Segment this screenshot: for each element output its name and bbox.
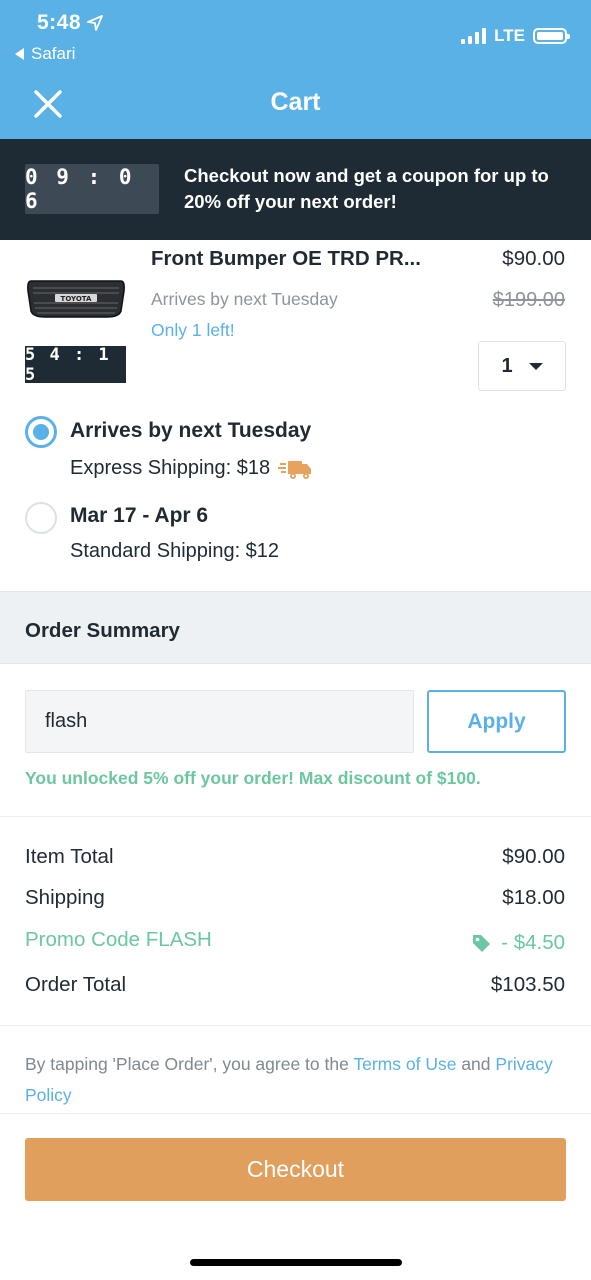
back-to-app[interactable]: Safari xyxy=(15,44,75,64)
battery-icon xyxy=(533,28,570,44)
location-arrow-icon xyxy=(87,15,103,31)
terms-of-use-link[interactable]: Terms of Use xyxy=(353,1054,456,1074)
back-triangle-icon xyxy=(15,48,24,60)
shipping-express-price: Express Shipping: $18 xyxy=(70,457,271,479)
shipping-express-title[interactable]: Arrives by next Tuesday xyxy=(70,419,311,443)
promo-code-discount: - $4.50 xyxy=(471,931,565,955)
signal-bars-icon xyxy=(461,28,487,44)
product-image: TOYOTA xyxy=(27,280,125,318)
product-stock: Only 1 left! xyxy=(151,320,235,340)
divider xyxy=(0,1113,591,1114)
checkout-button[interactable]: Checkout xyxy=(25,1138,566,1201)
quantity-dropdown[interactable]: 1 xyxy=(478,341,566,391)
promo-code-label: Promo Code FLASH xyxy=(25,928,212,951)
tag-icon xyxy=(473,935,491,952)
network-type: LTE xyxy=(494,26,525,45)
shipping-standard-radio[interactable] xyxy=(25,502,57,534)
status-time: 5:48 xyxy=(37,11,103,35)
checkout-promo-banner: 0 9 : 0 6 Checkout now and get a coupon … xyxy=(0,139,591,240)
order-total-label: Order Total xyxy=(25,973,127,996)
product-arrival: Arrives by next Tuesday xyxy=(151,289,338,309)
product-image-brand: TOYOTA xyxy=(61,295,92,303)
legal-notice: By tapping 'Place Order', you agree to t… xyxy=(25,1049,570,1111)
order-total-value: $103.50 xyxy=(490,973,565,996)
banner-countdown: 0 9 : 0 6 xyxy=(25,164,159,214)
legal-middle: and xyxy=(456,1054,496,1074)
shipping-standard-price: Standard Shipping: $12 xyxy=(70,540,280,562)
apply-button[interactable]: Apply xyxy=(427,690,566,753)
chevron-down-icon xyxy=(528,362,543,370)
product-original-price: $199.00 xyxy=(492,289,565,311)
status-indicators: LTE xyxy=(461,26,570,46)
divider xyxy=(0,816,591,817)
shipping-express-radio[interactable] xyxy=(25,416,57,448)
promo-code-input[interactable] xyxy=(25,690,414,753)
shipping-standard-title[interactable]: Mar 17 - Apr 6 xyxy=(70,504,208,528)
legal-prefix: By tapping 'Place Order', you agree to t… xyxy=(25,1054,354,1074)
promo-discount-value: - $4.50 xyxy=(501,931,565,954)
shipping-value: $18.00 xyxy=(502,886,565,909)
shipping-standard-detail: Standard Shipping: $12 xyxy=(70,540,279,563)
shipping-express-detail: Express Shipping: $18 xyxy=(70,457,312,480)
top-bar: 5:48 Safari LTE Cart xyxy=(0,0,591,139)
page-title: Cart xyxy=(270,88,321,116)
product-price: $90.00 xyxy=(502,247,565,270)
order-summary-header: Order Summary xyxy=(0,591,591,664)
divider xyxy=(0,1025,591,1026)
quantity-value: 1 xyxy=(501,354,513,377)
promo-success-message: You unlocked 5% off your order! Max disc… xyxy=(25,768,481,788)
item-countdown: 5 4 : 1 5 xyxy=(25,345,126,385)
product-title[interactable]: Front Bumper OE TRD PR... xyxy=(151,247,421,271)
banner-message: Checkout now and get a coupon for up to … xyxy=(184,165,549,212)
back-app-label: Safari xyxy=(31,44,76,63)
item-total-label: Item Total xyxy=(25,845,114,868)
order-summary-title: Order Summary xyxy=(25,619,180,642)
truck-icon xyxy=(278,460,312,479)
status-time-text: 5:48 xyxy=(37,11,82,34)
shipping-label: Shipping xyxy=(25,886,105,909)
item-total-value: $90.00 xyxy=(502,845,565,868)
home-indicator[interactable] xyxy=(190,1259,402,1266)
